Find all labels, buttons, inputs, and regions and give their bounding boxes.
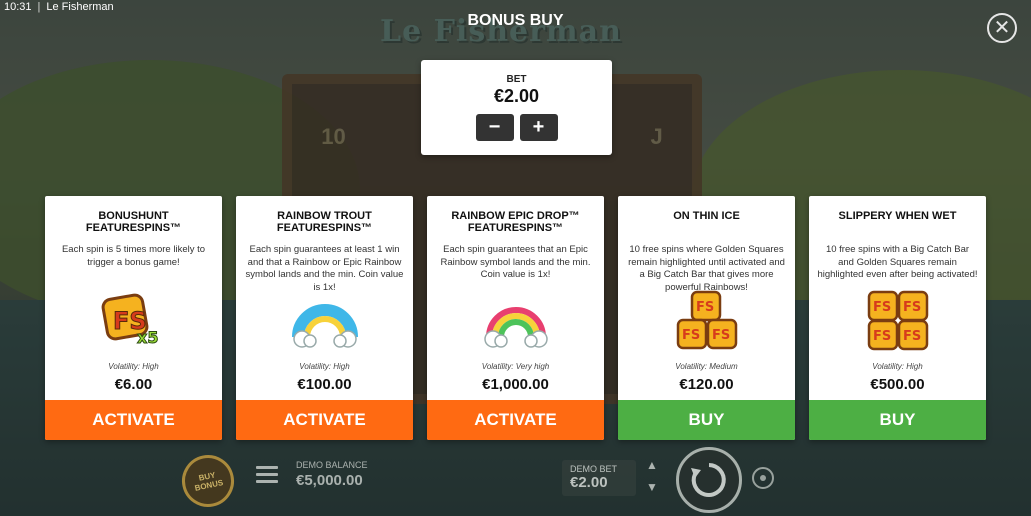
fs-three-icon: FS FS FS (618, 290, 795, 352)
bet-panel: BET €2.00 − + (421, 60, 612, 155)
activate-button[interactable]: ACTIVATE (236, 400, 413, 440)
bet-label: BET (506, 74, 527, 85)
rainbow-icon (236, 290, 413, 352)
card-price: €1,000.00 (482, 376, 549, 393)
demo-balance-value: €5,000.00 (296, 472, 363, 489)
bonus-card-slippery-when-wet: SLIPPERY WHEN WET 10 free spins with a B… (809, 196, 986, 440)
fs-four-icon: FS FS FS FS (809, 290, 986, 352)
activate-button[interactable]: ACTIVATE (427, 400, 604, 440)
svg-text:FS: FS (903, 300, 921, 315)
chevron-up-icon[interactable]: ▲ (646, 458, 658, 472)
spin-button[interactable] (676, 447, 742, 513)
demo-bet-label: DEMO BET (570, 464, 618, 474)
demo-balance-label: DEMO BALANCE (296, 460, 368, 470)
bonus-buy-title: BONUS BUY (467, 12, 564, 29)
autoplay-icon (760, 475, 766, 481)
bonus-card-rainbow-trout: RAINBOW TROUT FEATURESPINS™ Each spin gu… (236, 196, 413, 440)
bonus-options: BONUSHUNT FEATURESPINS™ Each spin is 5 t… (45, 196, 986, 440)
epic-rainbow-icon (427, 290, 604, 352)
bet-controls: − + (421, 114, 612, 141)
card-title: BONUSHUNT FEATURESPINS™ (85, 210, 182, 234)
volatility-label: Volatility: High (872, 362, 923, 371)
bonus-card-bonushunt: BONUSHUNT FEATURESPINS™ Each spin is 5 t… (45, 196, 222, 440)
card-price: €500.00 (870, 376, 925, 393)
bonus-card-rainbow-epic-drop: RAINBOW EPIC DROP™ FEATURESPINS™ Each sp… (427, 196, 604, 440)
menu-icon[interactable] (256, 466, 278, 484)
card-description: Each spin guarantees at least 1 win and … (245, 244, 404, 293)
svg-text:FS: FS (682, 328, 700, 343)
svg-text:FS: FS (873, 300, 891, 315)
chevron-down-icon[interactable]: ▼ (646, 480, 658, 494)
svg-text:FS: FS (696, 300, 714, 315)
bet-value: €2.00 (493, 86, 540, 106)
demo-bet: DEMO BET €2.00 (562, 460, 636, 496)
fs-x5-icon: FS x5 (45, 290, 222, 352)
autoplay-button[interactable] (752, 467, 774, 489)
decrease-bet-button[interactable]: − (475, 114, 514, 141)
svg-text:FS: FS (903, 329, 921, 344)
svg-text:x5: x5 (137, 328, 158, 347)
activate-button[interactable]: ACTIVATE (45, 400, 222, 440)
spin-icon (691, 463, 726, 497)
increase-bet-button[interactable]: + (519, 114, 558, 141)
card-title: RAINBOW TROUT FEATURESPINS™ (276, 210, 373, 234)
volatility-label: Volatility: High (108, 362, 159, 371)
buy-button[interactable]: BUY (809, 400, 986, 440)
demo-balance: DEMO BALANCE €5,000.00 (296, 460, 368, 489)
card-description: 10 free spins where Golden Squares remai… (628, 244, 785, 293)
svg-text:FS: FS (712, 328, 730, 343)
card-description: Each spin is 5 times more likely to trig… (61, 244, 206, 268)
card-price: €120.00 (679, 376, 734, 393)
card-price: €100.00 (297, 376, 352, 393)
close-icon: ✕ (993, 17, 1011, 39)
card-description: Each spin guarantees that an Epic Rainbo… (440, 244, 591, 280)
svg-text:FS: FS (873, 329, 891, 344)
card-description: 10 free spins with a Big Catch Bar and G… (817, 244, 978, 280)
card-title: SLIPPERY WHEN WET (838, 210, 957, 222)
demo-bet-value: €2.00 (570, 474, 608, 491)
buy-button[interactable]: BUY (618, 400, 795, 440)
close-button[interactable]: ✕ (987, 13, 1017, 43)
volatility-label: Volatility: Very high (481, 362, 550, 371)
card-title: ON THIN ICE (673, 210, 740, 222)
bonus-card-on-thin-ice: ON THIN ICE 10 free spins where Golden S… (618, 196, 795, 440)
card-title: RAINBOW EPIC DROP™ FEATURESPINS™ (451, 210, 580, 234)
volatility-label: Volatility: Medium (675, 362, 738, 371)
volatility-label: Volatility: High (299, 362, 350, 371)
card-price: €6.00 (114, 376, 153, 393)
